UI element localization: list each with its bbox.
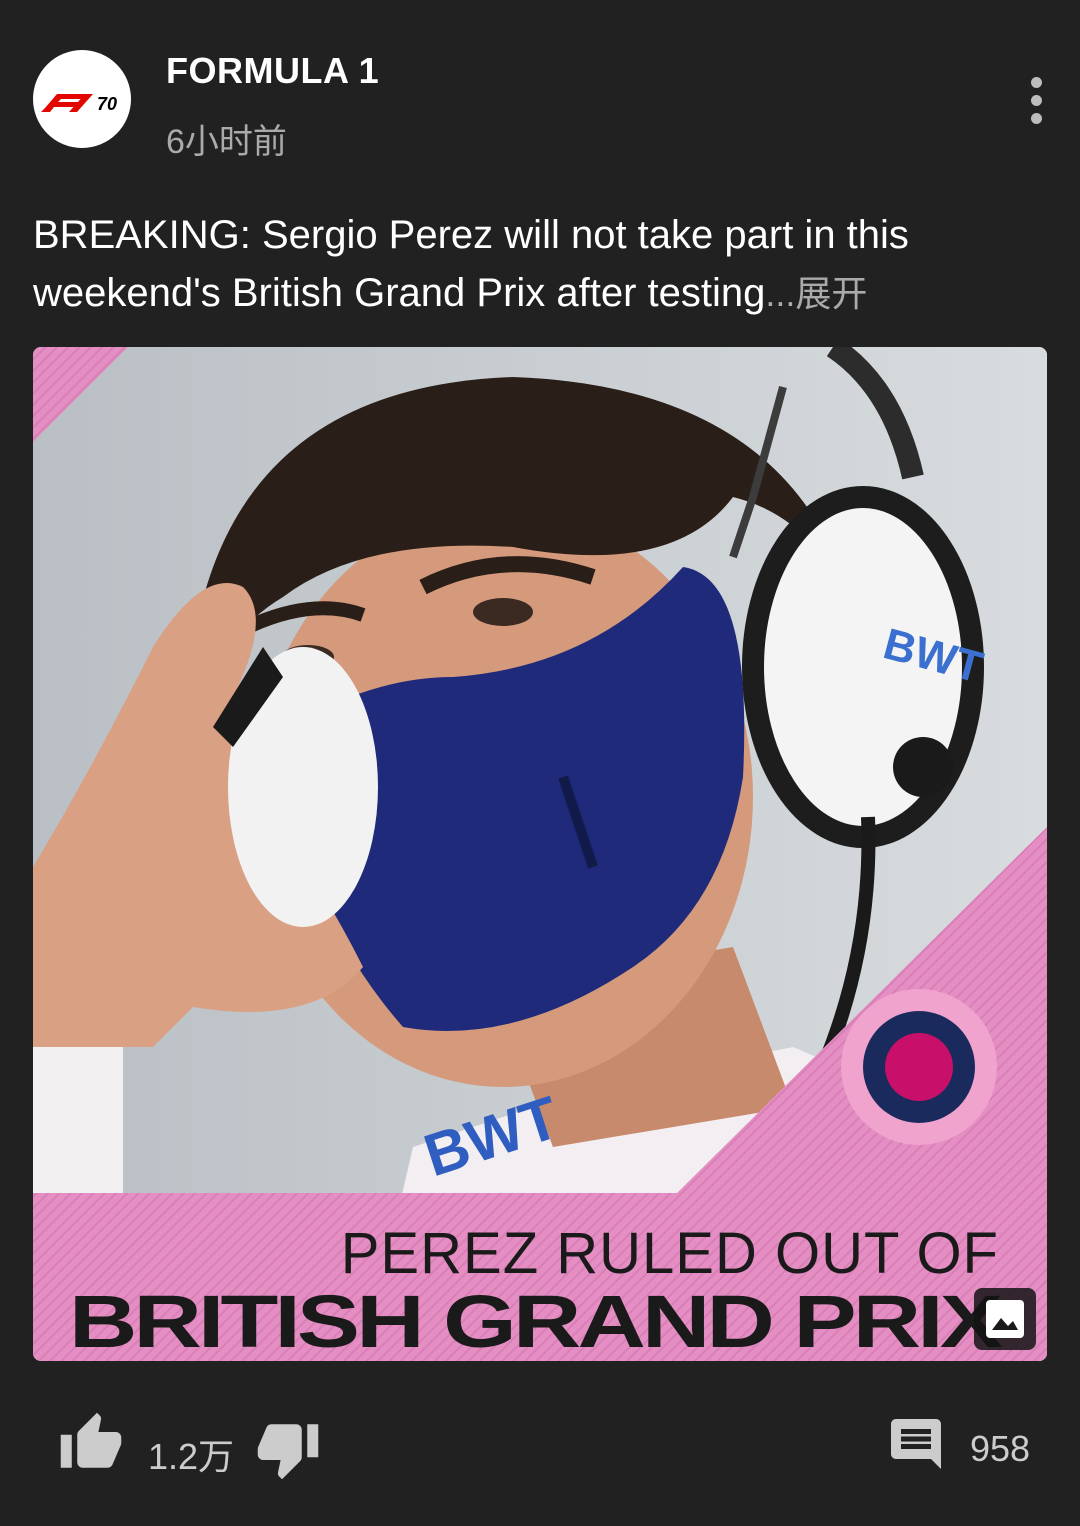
action-bar: 1.2万 958 [0, 1400, 1080, 1490]
more-vert-icon [1030, 76, 1042, 88]
comment-icon [891, 1419, 941, 1469]
f1-70-mark: 70 [97, 94, 117, 114]
like-button[interactable] [58, 1410, 124, 1476]
gallery-button[interactable] [974, 1288, 1036, 1350]
thumb-down-icon [257, 1424, 319, 1480]
more-vert-dot [1030, 112, 1042, 124]
comment-button[interactable] [886, 1414, 946, 1474]
more-vert-dot [1030, 94, 1042, 106]
dislike-button[interactable] [255, 1416, 321, 1482]
image-icon-glyph [992, 1318, 1018, 1330]
channel-avatar[interactable]: 70 [33, 50, 131, 148]
comment-count: 958 [970, 1428, 1031, 1469]
headline-line2: BRITISH GRAND PRIX [69, 1280, 1002, 1361]
more-options-button[interactable] [1012, 70, 1060, 130]
expand-link[interactable]: 展开 [795, 273, 867, 314]
post-image-art: BWT BWT PEREZ RULED OUT OF BRITISH GRAND… [33, 347, 1047, 1361]
like-count: 1.2万 [148, 1436, 235, 1477]
post-image[interactable]: BWT BWT PEREZ RULED OUT OF BRITISH GRAND… [33, 347, 1047, 1361]
post-time: 6小时前 [166, 123, 287, 161]
post-ellipsis: ... [765, 273, 796, 314]
image-icon [986, 1300, 1024, 1338]
headline-line1: PEREZ RULED OUT OF [341, 1221, 999, 1286]
channel-name[interactable]: FORMULA 1 [166, 50, 379, 92]
post-text: BREAKING: Sergio Perez will not take par… [33, 206, 1048, 323]
community-post: 70 FORMULA 1 6小时前 BREAKING: Sergio Perez… [0, 0, 1080, 1526]
f1-logo-icon: 70 [41, 94, 117, 114]
thumb-up-icon [60, 1412, 122, 1468]
